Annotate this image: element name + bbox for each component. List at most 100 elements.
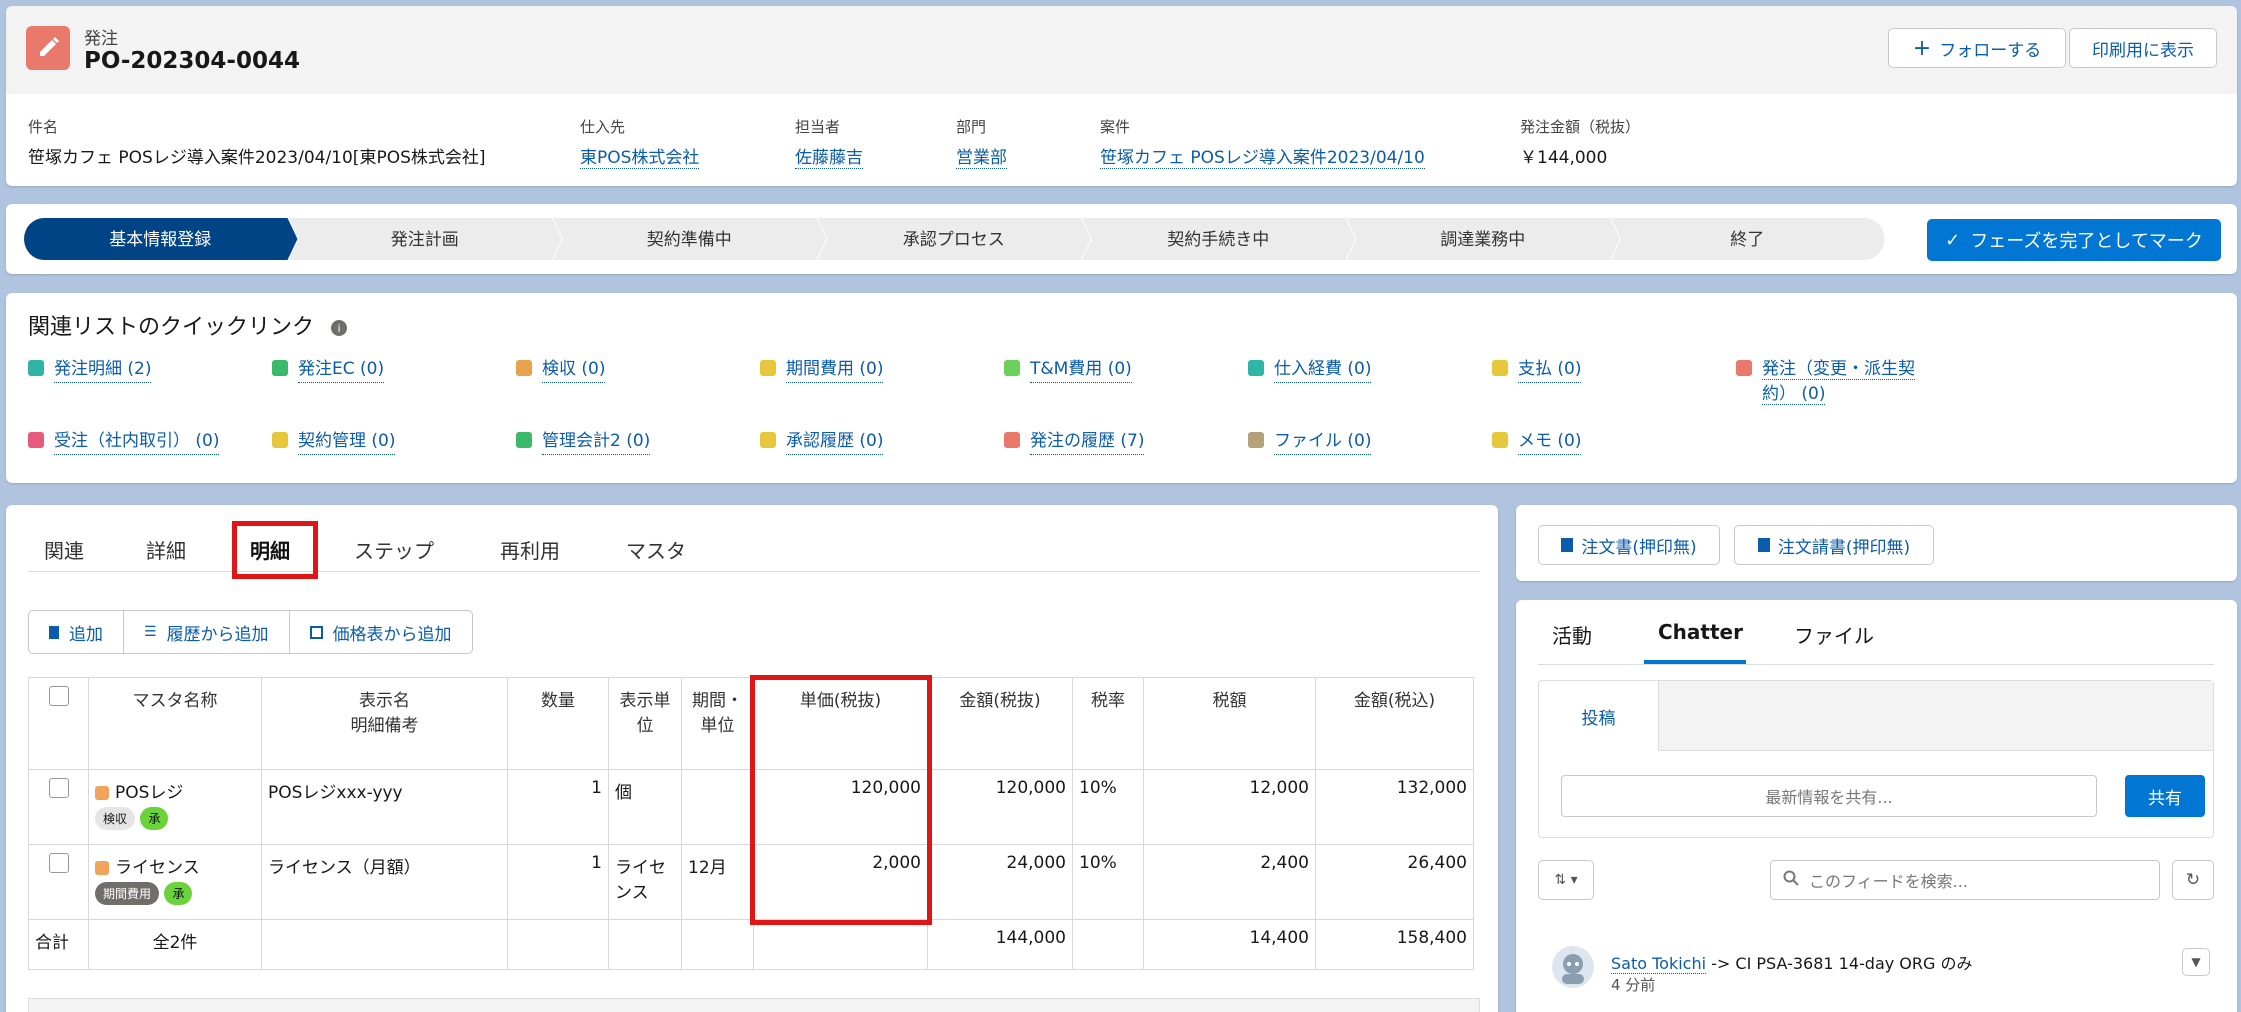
select-all-checkbox[interactable] [48, 686, 69, 706]
period-expense-badge: 期間費用 [95, 882, 160, 905]
quick-link-label[interactable]: 発注明細 (2) [54, 357, 152, 383]
related-list-icon [1248, 360, 1264, 376]
quick-link-label[interactable]: 発注の履歴 (7) [1030, 429, 1145, 455]
quick-link-label[interactable]: 発注EC (0) [298, 357, 385, 383]
master-cell: POSレジ 検収 承 [88, 769, 262, 845]
owner-link[interactable]: 佐藤藤吉 [795, 148, 863, 169]
quick-link-label[interactable]: 発注（変更・派生契 約） (0) [1762, 357, 1915, 406]
refresh-feed-button[interactable]: ↻ [2172, 860, 2214, 900]
field-owner: 担当者 佐藤藤吉 [795, 118, 863, 169]
header-tax-rate: 税率 [1072, 677, 1144, 770]
feed-timestamp: 4 分前 [1611, 976, 1656, 994]
footer-label: 合計 [28, 919, 89, 970]
approved-badge: 承 [140, 807, 169, 830]
quick-link-label[interactable]: 期間費用 (0) [786, 357, 884, 383]
tab-related[interactable]: 関連 [44, 535, 84, 564]
feed-item-menu-button[interactable]: ▼ [2182, 948, 2210, 976]
related-list-icon [760, 432, 776, 448]
tab-details[interactable]: 詳細 [146, 535, 186, 564]
quick-link[interactable]: 受注（社内取引） (0) [28, 429, 220, 455]
order-form-button[interactable]: 注文書(押印無) [1538, 525, 1720, 565]
footer-total: 158,400 [1315, 919, 1474, 970]
quick-link[interactable]: ファイル (0) [1248, 429, 1372, 455]
order-confirmation-button[interactable]: 注文請書(押印無) [1734, 525, 1934, 565]
tab-reuse[interactable]: 再利用 [500, 535, 560, 564]
feed-user-link[interactable]: Sato Tokichi [1611, 954, 1707, 974]
feed-search-input[interactable]: このフィードを検索... [1770, 860, 2160, 900]
quick-link-label[interactable]: 支払 (0) [1518, 357, 1582, 383]
add-button[interactable]: 追加 [29, 611, 124, 653]
quick-link[interactable]: 発注EC (0) [272, 357, 385, 383]
record-header: 発注 PO-202304-0044 + フォローする 印刷用に表示 件名 笹塚カ… [6, 6, 2237, 186]
tabs-divider [1538, 664, 2214, 665]
path-stage-label: 契約手続き中 [1167, 230, 1269, 250]
document-icon [1757, 538, 1770, 552]
table-header-row: マスタ名称 表示名 明細備考 数量 表示単位 期間・単位 単価(税抜) 金額(税抜… [28, 677, 1474, 770]
quick-link[interactable]: 期間費用 (0) [760, 357, 884, 383]
quick-link-label[interactable]: ファイル (0) [1274, 429, 1372, 455]
quick-link[interactable]: 支払 (0) [1492, 357, 1582, 383]
quick-link-label[interactable]: 承認履歴 (0) [786, 429, 884, 455]
product-icon [95, 786, 109, 800]
quick-link[interactable]: 発注の履歴 (7) [1004, 429, 1145, 455]
mark-stage-complete-button[interactable]: ✓ フェーズを完了としてマーク [1927, 219, 2221, 261]
qty-cell: 1 [507, 844, 609, 920]
tab-master[interactable]: マスタ [626, 535, 686, 564]
quick-link-label[interactable]: 管理会計2 (0) [542, 429, 651, 455]
publisher: 投稿 最新情報を共有... 共有 [1538, 680, 2214, 838]
master-cell: ライセンス 期間費用 承 [88, 844, 262, 920]
select-all-cell [28, 677, 89, 770]
product-icon [95, 861, 109, 875]
follow-button[interactable]: + フォローする [1888, 28, 2066, 68]
quick-link[interactable]: 管理会計2 (0) [516, 429, 651, 455]
add-from-history-button[interactable]: ☰ 履歴から追加 [124, 611, 290, 653]
highlight-box-tab [232, 521, 318, 579]
table-row: POSレジ 検収 承 POSレジxxx-yyy 1 個 120,000 120,… [28, 769, 1474, 845]
header-unit: 表示単位 [608, 677, 682, 770]
supplier-link[interactable]: 東POS株式会社 [580, 148, 700, 169]
path-bar: 基本情報登録 発注計画 契約準備中 承認プロセス 契約手続き中 調達業務中 終了 ✓ フェー… [6, 204, 2237, 274]
quick-link-label[interactable]: 仕入経費 (0) [1274, 357, 1372, 383]
tab-files[interactable]: ファイル [1794, 620, 1874, 649]
quick-link-label[interactable]: 検収 (0) [542, 357, 606, 383]
row-checkbox[interactable] [48, 778, 69, 798]
document-icon [49, 625, 59, 639]
inspection-badge: 検収 [95, 807, 136, 830]
next-section-bar [28, 998, 1480, 1012]
quick-link-label[interactable]: メモ (0) [1518, 429, 1582, 455]
quick-link-label[interactable]: 受注（社内取引） (0) [54, 429, 220, 455]
tab-chatter[interactable]: Chatter [1658, 620, 1743, 644]
share-update-input[interactable]: 最新情報を共有... [1561, 775, 2097, 817]
quick-link[interactable]: 承認履歴 (0) [760, 429, 884, 455]
print-view-button[interactable]: 印刷用に表示 [2069, 28, 2217, 68]
opportunity-link[interactable]: 笹塚カフェ POSレジ導入案件2023/04/10 [1100, 148, 1425, 169]
period-cell: 12月 [681, 844, 754, 920]
tab-steps[interactable]: ステップ [354, 535, 434, 564]
table-row: ライセンス 期間費用 承 ライセンス（月額） 1 ライセンス 12月 2,000… [28, 844, 1474, 920]
tab-activity[interactable]: 活動 [1552, 620, 1592, 649]
quick-link[interactable]: 発注明細 (2) [28, 357, 152, 383]
row-checkbox[interactable] [48, 853, 69, 873]
field-department: 部門 営業部 [956, 118, 1007, 169]
related-list-icon [1492, 360, 1508, 376]
line-items-table: マスタ名称 表示名 明細備考 数量 表示単位 期間・単位 単価(税抜) 金額(税抜… [28, 677, 1474, 970]
pricebook-icon [309, 625, 323, 639]
post-tab[interactable]: 投稿 [1539, 681, 1659, 751]
department-link[interactable]: 営業部 [956, 148, 1007, 169]
quick-link-label[interactable]: 契約管理 (0) [298, 429, 396, 455]
path-stage-label: 発注計画 [391, 230, 459, 250]
quick-link[interactable]: 仕入経費 (0) [1248, 357, 1372, 383]
quick-link[interactable]: 発注（変更・派生契 約） (0) [1736, 357, 1915, 406]
related-list-icon [1736, 360, 1752, 376]
quick-link[interactable]: 契約管理 (0) [272, 429, 396, 455]
add-from-pricebook-button[interactable]: 価格表から追加 [290, 611, 472, 653]
chevron-down-icon: ▼ [2191, 955, 2201, 969]
sort-feed-button[interactable]: ⇅ ▾ [1538, 860, 1594, 900]
quick-link[interactable]: 検収 (0) [516, 357, 606, 383]
period-cell [681, 769, 754, 845]
quick-link[interactable]: メモ (0) [1492, 429, 1582, 455]
quick-link[interactable]: T&M費用 (0) [1004, 357, 1132, 383]
quick-link-label[interactable]: T&M費用 (0) [1030, 357, 1132, 383]
share-button[interactable]: 共有 [2125, 775, 2205, 817]
activity-panel: 活動 Chatter ファイル 投稿 最新情報を共有... 共有 ⇅ ▾ このフ… [1516, 600, 2237, 1012]
